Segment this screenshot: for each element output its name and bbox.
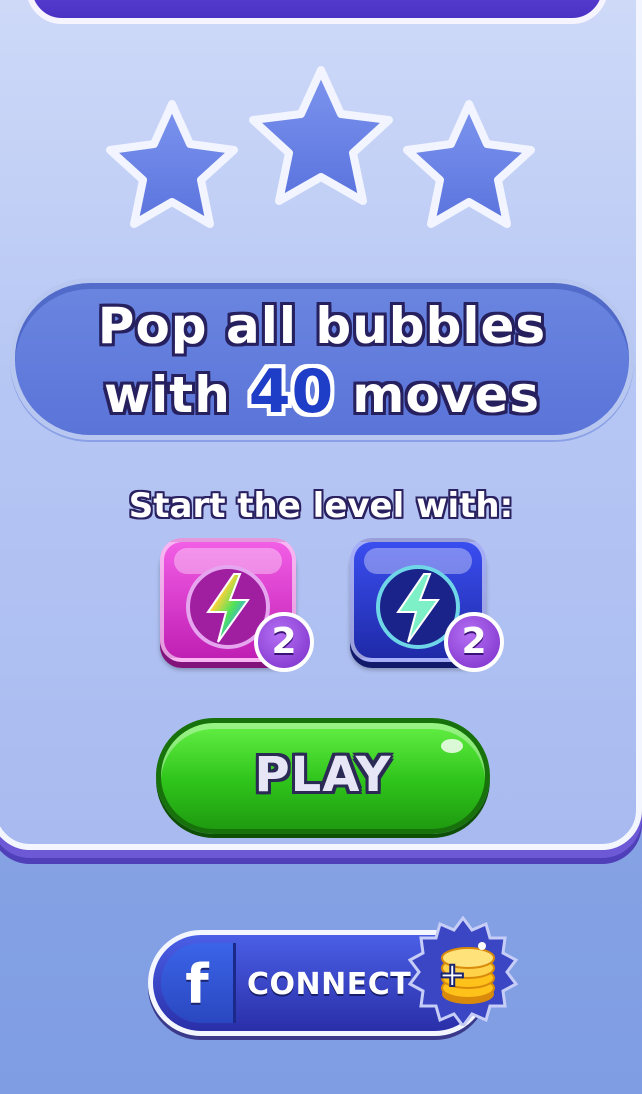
panel-header-bar <box>26 0 608 24</box>
play-button[interactable]: PLAY <box>156 718 490 834</box>
star-icon-2 <box>249 66 393 205</box>
star-rating <box>106 66 535 228</box>
lightning-booster-count: 2 <box>444 612 504 672</box>
goal-line-1: Pop all bubbles <box>97 297 547 355</box>
coin-reward-icon: + <box>408 916 518 1026</box>
rainbow-booster-button[interactable]: 2 <box>160 538 314 672</box>
goal-line-2: with 40 moves <box>15 359 629 428</box>
moves-count: 40 <box>248 357 335 427</box>
goal-with-label: with <box>103 366 231 424</box>
moves-label: moves <box>352 366 541 424</box>
level-goal-box: Pop all bubbles with 40 moves <box>10 278 634 440</box>
boosters-title: Start the level with: <box>128 486 514 526</box>
rainbow-booster-count: 2 <box>254 612 314 672</box>
star-icon-3 <box>403 100 535 228</box>
facebook-icon: f <box>161 943 236 1023</box>
connect-label: CONNECT <box>247 967 412 1002</box>
play-button-label: PLAY <box>254 747 392 803</box>
lightning-booster-button[interactable]: 2 <box>350 538 504 672</box>
star-icon-1 <box>106 100 238 228</box>
coin-plus-label: + <box>438 955 467 995</box>
